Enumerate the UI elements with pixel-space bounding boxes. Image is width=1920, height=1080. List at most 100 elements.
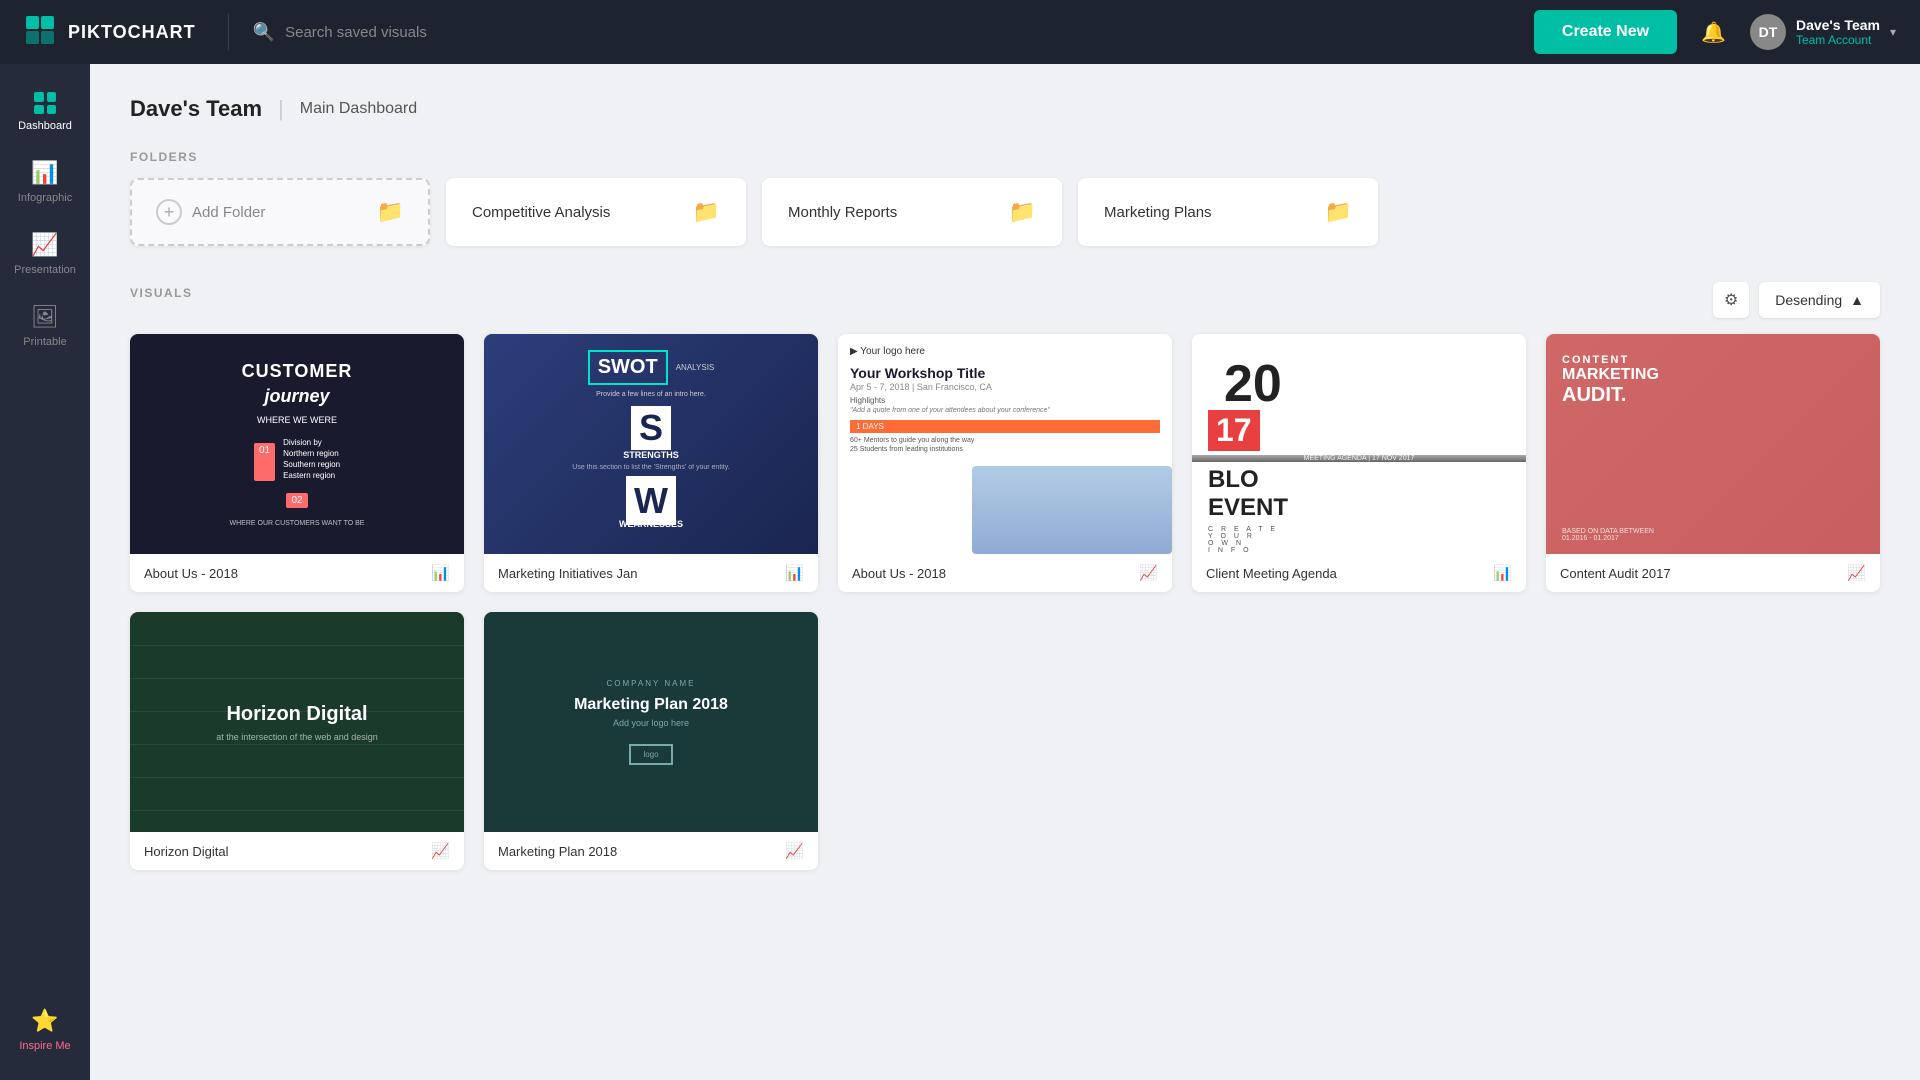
- sort-arrow-icon: ▲: [1850, 292, 1864, 308]
- sort-button[interactable]: Desending ▲: [1759, 282, 1880, 318]
- sidebar-item-printable[interactable]: 🖼 Printable: [5, 292, 85, 360]
- sidebar-label-inspire: Inspire Me: [19, 1040, 70, 1052]
- folder-icon: 📁: [1009, 199, 1036, 225]
- visual-type-icon: 📊: [431, 564, 450, 582]
- sidebar-item-presentation[interactable]: 📈 Presentation: [5, 220, 85, 288]
- visual-thumb: 20 17 MEETING AGENDA | 17 NOV 2017 BLO E…: [1192, 334, 1526, 554]
- sort-gear-button[interactable]: ⚙: [1713, 282, 1749, 318]
- thumb-horizon: Horizon Digital at the intersection of t…: [130, 612, 464, 832]
- folder-icon: 📁: [377, 199, 404, 225]
- folders-grid: + Add Folder 📁 Competitive Analysis 📁 Mo…: [130, 178, 1880, 246]
- dashboard-icon: [34, 92, 56, 114]
- user-role: Team Account: [1796, 33, 1880, 47]
- visual-name: Content Audit 2017: [1560, 566, 1671, 581]
- page-title: Dave's Team: [130, 96, 262, 122]
- folder-monthly-reports[interactable]: Monthly Reports 📁: [762, 178, 1062, 246]
- user-menu[interactable]: DT Dave's Team Team Account ▾: [1750, 14, 1896, 50]
- sidebar-label-infographic: Infographic: [18, 192, 72, 204]
- search-input[interactable]: [285, 24, 653, 41]
- visual-thumb: ▶ Your logo here Your Workshop Title Apr…: [838, 334, 1172, 554]
- thumb-workshop: ▶ Your logo here Your Workshop Title Apr…: [838, 334, 1172, 554]
- visual-footer: About Us - 2018 📈: [838, 554, 1172, 592]
- thumb-content-audit: CONTENT MARKETING AUDIT. BASED ON DATA B…: [1546, 334, 1880, 554]
- folder-competitive-analysis[interactable]: Competitive Analysis 📁: [446, 178, 746, 246]
- visual-name: Horizon Digital: [144, 844, 229, 859]
- create-new-button[interactable]: Create New: [1534, 10, 1677, 54]
- visual-footer: Content Audit 2017 📈: [1546, 554, 1880, 592]
- printable-icon: 🖼: [31, 304, 59, 330]
- visual-name: Marketing Initiatives Jan: [498, 566, 637, 581]
- visual-card-client-meeting[interactable]: 20 17 MEETING AGENDA | 17 NOV 2017 BLO E…: [1192, 334, 1526, 592]
- folder-name: Competitive Analysis: [472, 204, 610, 221]
- sidebar-item-inspire[interactable]: ⭐ Inspire Me: [5, 996, 85, 1064]
- visual-card-horizon[interactable]: Horizon Digital at the intersection of t…: [130, 612, 464, 870]
- sidebar: Dashboard 📊 Infographic 📈 Presentation 🖼…: [0, 64, 90, 1080]
- visual-name: Marketing Plan 2018: [498, 844, 617, 859]
- header-divider: |: [278, 96, 284, 122]
- add-folder-card[interactable]: + Add Folder 📁: [130, 178, 430, 246]
- inspire-icon: ⭐: [31, 1008, 58, 1034]
- piktochart-logo-icon: [24, 14, 60, 50]
- content-area: Dave's Team | Main Dashboard FOLDERS + A…: [90, 64, 1920, 1080]
- visual-card-about-us-2[interactable]: ▶ Your logo here Your Workshop Title Apr…: [838, 334, 1172, 592]
- avatar: DT: [1750, 14, 1786, 50]
- infographic-icon: 📊: [31, 160, 58, 186]
- visual-card-marketing-initiatives[interactable]: SWOT ANALYSIS Provide a few lines of an …: [484, 334, 818, 592]
- add-folder-content: + Add Folder: [156, 199, 265, 225]
- visual-type-icon: 📊: [1493, 564, 1512, 582]
- folder-name: Monthly Reports: [788, 204, 897, 221]
- page-subtitle: Main Dashboard: [300, 100, 417, 118]
- visual-type-icon: 📈: [785, 842, 804, 860]
- sort-area: ⚙ Desending ▲: [1713, 282, 1880, 318]
- sidebar-label-dashboard: Dashboard: [18, 120, 72, 132]
- visual-thumb: Company Name Marketing Plan 2018 Add you…: [484, 612, 818, 832]
- visuals-grid: CUSTOMER journey WHERE WE WERE 01 Divisi…: [130, 334, 1880, 870]
- sidebar-item-infographic[interactable]: 📊 Infographic: [5, 148, 85, 216]
- visual-footer: Marketing Initiatives Jan 📊: [484, 554, 818, 592]
- topnav: PIKTOCHART 🔍 Create New 🔔 DT Dave's Team…: [0, 0, 1920, 64]
- logo[interactable]: PIKTOCHART: [24, 14, 196, 50]
- visual-thumb: CONTENT MARKETING AUDIT. BASED ON DATA B…: [1546, 334, 1880, 554]
- folder-name: Marketing Plans: [1104, 204, 1212, 221]
- add-folder-label: Add Folder: [192, 204, 265, 221]
- thumb-customer-journey: CUSTOMER journey WHERE WE WERE 01 Divisi…: [130, 334, 464, 554]
- sidebar-item-dashboard[interactable]: Dashboard: [5, 80, 85, 144]
- visual-type-icon: 📈: [1847, 564, 1866, 582]
- content-header: Dave's Team | Main Dashboard: [130, 96, 1880, 122]
- visual-footer: Marketing Plan 2018 📈: [484, 832, 818, 870]
- presentation-icon: 📈: [31, 232, 58, 258]
- notification-bell-icon[interactable]: 🔔: [1701, 20, 1726, 45]
- visuals-header: VISUALS ⚙ Desending ▲: [130, 282, 1880, 318]
- folder-icon: 📁: [1325, 199, 1352, 225]
- user-name: Dave's Team: [1796, 17, 1880, 33]
- thumb-swot: SWOT ANALYSIS Provide a few lines of an …: [484, 334, 818, 554]
- visual-card-marketing-plan[interactable]: Company Name Marketing Plan 2018 Add you…: [484, 612, 818, 870]
- visual-thumb: Horizon Digital at the intersection of t…: [130, 612, 464, 832]
- visual-thumb: SWOT ANALYSIS Provide a few lines of an …: [484, 334, 818, 554]
- logo-text: PIKTOCHART: [68, 22, 196, 43]
- sidebar-label-presentation: Presentation: [14, 264, 76, 276]
- main-layout: Dashboard 📊 Infographic 📈 Presentation 🖼…: [0, 64, 1920, 1080]
- search-area: 🔍: [253, 22, 653, 43]
- sidebar-label-printable: Printable: [23, 336, 66, 348]
- folder-icon: 📁: [693, 199, 720, 225]
- folders-section-label: FOLDERS: [130, 150, 1880, 164]
- visual-footer: Client Meeting Agenda 📊: [1192, 554, 1526, 592]
- visual-type-icon: 📈: [431, 842, 450, 860]
- visual-type-icon: 📊: [785, 564, 804, 582]
- folder-marketing-plans[interactable]: Marketing Plans 📁: [1078, 178, 1378, 246]
- visual-card-content-audit[interactable]: CONTENT MARKETING AUDIT. BASED ON DATA B…: [1546, 334, 1880, 592]
- search-icon: 🔍: [253, 22, 275, 43]
- visual-thumb: CUSTOMER journey WHERE WE WERE 01 Divisi…: [130, 334, 464, 554]
- thumb-marketing-plan: Company Name Marketing Plan 2018 Add you…: [484, 612, 818, 832]
- visual-name: About Us - 2018: [144, 566, 238, 581]
- visual-name: Client Meeting Agenda: [1206, 566, 1337, 581]
- chevron-down-icon: ▾: [1890, 25, 1896, 39]
- add-folder-plus-icon: +: [156, 199, 182, 225]
- visual-name: About Us - 2018: [852, 566, 946, 581]
- nav-divider: [228, 14, 229, 50]
- visual-card-about-us-1[interactable]: CUSTOMER journey WHERE WE WERE 01 Divisi…: [130, 334, 464, 592]
- thumb-2017: 20 17 MEETING AGENDA | 17 NOV 2017 BLO E…: [1192, 334, 1526, 554]
- user-info: Dave's Team Team Account: [1796, 17, 1880, 47]
- visual-footer: About Us - 2018 📊: [130, 554, 464, 592]
